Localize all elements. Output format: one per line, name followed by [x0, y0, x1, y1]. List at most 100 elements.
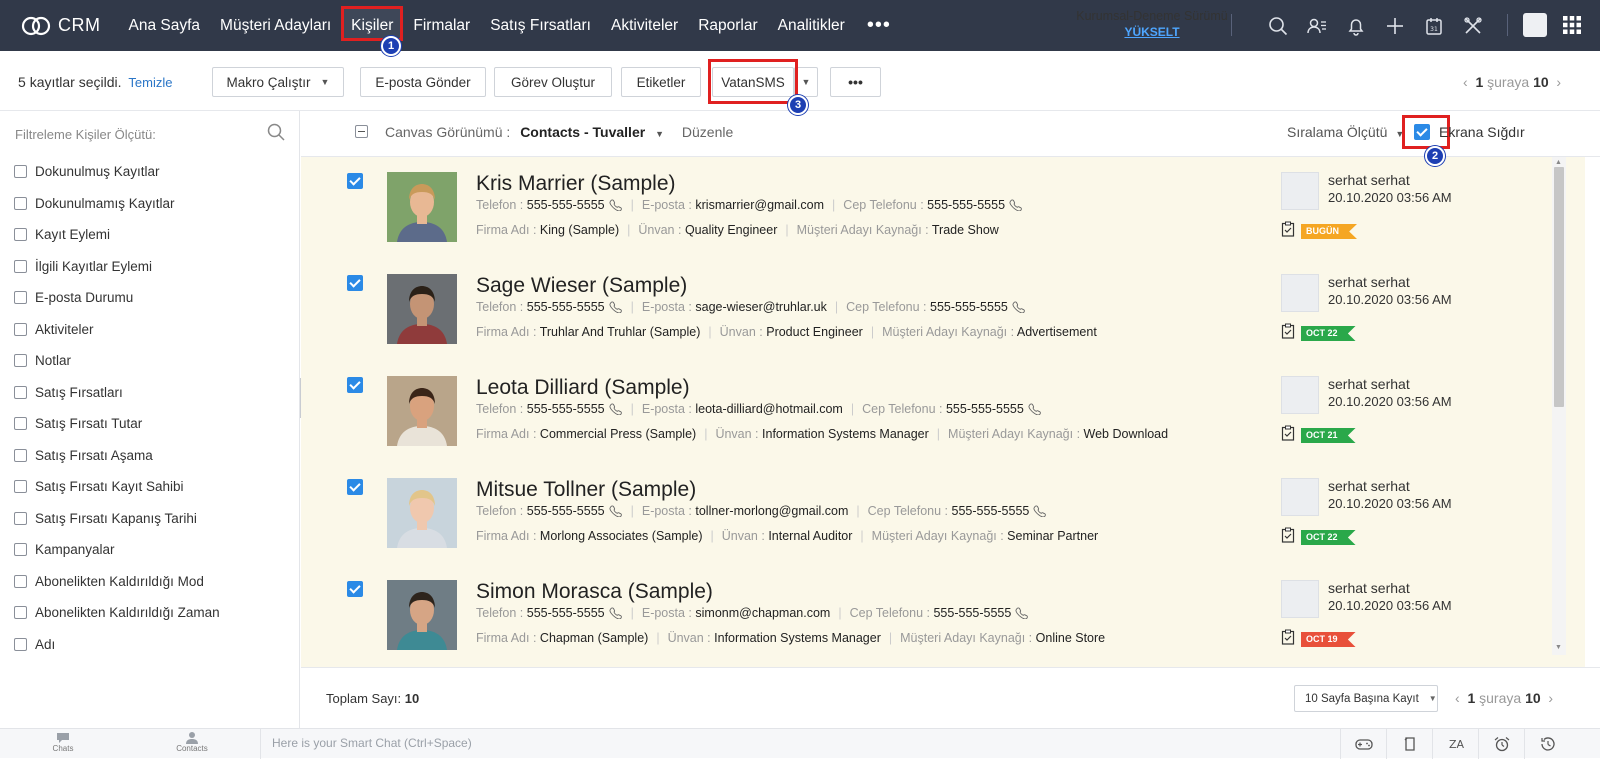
filter-item[interactable]: Abonelikten Kaldırıldığı Zaman — [14, 597, 220, 629]
filter-checkbox[interactable] — [14, 354, 27, 368]
contacts-button[interactable]: Contacts — [162, 731, 222, 753]
filter-item[interactable]: Kampanyalar — [14, 534, 220, 566]
filter-checkbox[interactable] — [14, 417, 27, 431]
upgrade-link[interactable]: YÜKSELT — [1072, 24, 1232, 40]
contact-name[interactable]: Leota Dilliard (Sample) — [476, 376, 690, 400]
filter-checkbox[interactable] — [14, 385, 27, 399]
phone-icon[interactable] — [1033, 505, 1047, 517]
select-all-checkbox[interactable] — [355, 125, 368, 138]
apps-grid-icon[interactable] — [1562, 15, 1582, 35]
contact-record-row[interactable]: Sage Wieser (Sample) Telefon : 555-555-55… — [301, 259, 1585, 363]
contact-record-row[interactable]: Mitsue Tollner (Sample) Telefon : 555-555… — [301, 463, 1585, 567]
tools-icon[interactable] — [1453, 0, 1492, 51]
nav-item-1[interactable]: Müşteri Adayları — [210, 0, 341, 51]
nav-item-6[interactable]: Raporlar — [688, 0, 767, 51]
phone-icon[interactable] — [1015, 607, 1029, 619]
filter-checkbox[interactable] — [14, 543, 27, 557]
filter-checkbox[interactable] — [14, 196, 27, 210]
scroll-thumb[interactable] — [1554, 167, 1564, 407]
contact-record-row[interactable]: Kris Marrier (Sample) Telefon : 555-555-5… — [301, 157, 1585, 261]
contact-record-row[interactable]: Simon Morasca (Sample) Telefon : 555-555-… — [301, 565, 1585, 667]
chevron-down-icon[interactable]: ▼ — [655, 129, 664, 139]
gamepad-icon[interactable] — [1340, 729, 1386, 759]
scroll-up-icon[interactable]: ▲ — [1555, 159, 1562, 166]
send-email-button[interactable]: E-posta Gönder — [360, 67, 486, 97]
phone-icon[interactable] — [609, 505, 623, 517]
filter-checkbox[interactable] — [14, 574, 27, 588]
filter-item[interactable]: Satış Fırsatı Kayıt Sahibi — [14, 471, 220, 503]
filter-checkbox[interactable] — [14, 448, 27, 462]
scroll-down-icon[interactable]: ▼ — [1555, 644, 1562, 651]
plus-icon[interactable] — [1375, 0, 1414, 51]
prev-page-icon[interactable]: ‹ — [1455, 690, 1460, 706]
bell-icon[interactable] — [1336, 0, 1375, 51]
contact-name[interactable]: Simon Morasca (Sample) — [476, 580, 713, 604]
filter-item[interactable]: Satış Fırsatı Tutar — [14, 408, 220, 440]
record-checkbox[interactable] — [347, 479, 363, 495]
calendar-icon[interactable]: 31 — [1414, 0, 1453, 51]
filter-checkbox[interactable] — [14, 228, 27, 242]
email-value[interactable]: leota-dilliard@hotmail.com — [695, 402, 842, 416]
macro-button[interactable]: Makro Çalıştır ▼ — [212, 67, 344, 97]
filter-item[interactable]: Dokunulmamış Kayıtlar — [14, 188, 220, 220]
email-value[interactable]: simonm@chapman.com — [695, 606, 830, 620]
sort-dropdown[interactable]: Sıralama Ölçütü ▼ — [1287, 124, 1404, 140]
task-icon[interactable] — [1281, 527, 1295, 543]
next-page-icon[interactable]: › — [1548, 690, 1553, 706]
nav-more-button[interactable]: ••• — [855, 0, 903, 51]
record-checkbox[interactable] — [347, 377, 363, 393]
task-icon[interactable] — [1281, 323, 1295, 339]
record-checkbox[interactable] — [347, 581, 363, 597]
clear-selection-link[interactable]: Temizle — [128, 75, 172, 90]
filter-checkbox[interactable] — [14, 511, 27, 525]
smart-chat-input[interactable]: Here is your Smart Chat (Ctrl+Space) — [260, 729, 1340, 759]
nav-item-7[interactable]: Analitikler — [768, 0, 855, 51]
filter-item[interactable]: Satış Fırsatı Aşama — [14, 440, 220, 472]
create-task-button[interactable]: Görev Oluştur — [494, 67, 612, 97]
contact-record-row[interactable]: Leota Dilliard (Sample) Telefon : 555-555… — [301, 361, 1585, 465]
contact-name[interactable]: Sage Wieser (Sample) — [476, 274, 687, 298]
tags-button[interactable]: Etiketler — [621, 67, 701, 97]
search-icon[interactable] — [266, 122, 286, 142]
nav-item-3[interactable]: Firmalar — [403, 0, 480, 51]
mobile-value[interactable]: 555-555-5555 — [930, 300, 1008, 314]
filter-item[interactable]: Adı — [14, 629, 220, 661]
mobile-value[interactable]: 555-555-5555 — [933, 606, 1011, 620]
history-icon[interactable] — [1524, 729, 1570, 759]
translate-icon[interactable]: ZA — [1432, 729, 1478, 759]
nav-item-5[interactable]: Aktiviteler — [601, 0, 688, 51]
phone-icon[interactable] — [1012, 301, 1026, 313]
phone-value[interactable]: 555-555-5555 — [527, 402, 605, 416]
phone-value[interactable]: 555-555-5555 — [527, 300, 605, 314]
per-page-select[interactable]: 10 Sayfa Başına Kayıt ▼ — [1294, 685, 1438, 712]
email-value[interactable]: tollner-morlong@gmail.com — [695, 504, 848, 518]
filter-checkbox[interactable] — [14, 322, 27, 336]
user-avatar[interactable] — [1523, 13, 1547, 37]
record-checkbox[interactable] — [347, 173, 363, 189]
filter-checkbox[interactable] — [14, 259, 27, 273]
contacts-icon[interactable] — [1297, 0, 1336, 51]
phone-value[interactable]: 555-555-5555 — [527, 198, 605, 212]
filter-item[interactable]: Kayıt Eylemi — [14, 219, 220, 251]
record-checkbox[interactable] — [347, 275, 363, 291]
filter-checkbox[interactable] — [14, 480, 27, 494]
phone-value[interactable]: 555-555-5555 — [527, 606, 605, 620]
filter-item[interactable]: Abonelikten Kaldırıldığı Mod — [14, 566, 220, 598]
phone-icon[interactable] — [609, 301, 623, 313]
phone-value[interactable]: 555-555-5555 — [527, 504, 605, 518]
next-page-icon[interactable]: › — [1556, 74, 1561, 90]
filter-item[interactable]: Notlar — [14, 345, 220, 377]
filter-checkbox[interactable] — [14, 637, 27, 651]
notes-icon[interactable] — [1386, 729, 1432, 759]
edit-canvas-link[interactable]: Düzenle — [682, 124, 733, 140]
mobile-value[interactable]: 555-555-5555 — [952, 504, 1030, 518]
phone-icon[interactable] — [609, 199, 623, 211]
nav-item-4[interactable]: Satış Fırsatları — [480, 0, 601, 51]
alarm-icon[interactable] — [1478, 729, 1524, 759]
phone-icon[interactable] — [609, 403, 623, 415]
filter-checkbox[interactable] — [14, 606, 27, 620]
task-icon[interactable] — [1281, 629, 1295, 645]
prev-page-icon[interactable]: ‹ — [1463, 74, 1468, 90]
search-icon[interactable] — [1258, 0, 1297, 51]
filter-item[interactable]: E-posta Durumu — [14, 282, 220, 314]
